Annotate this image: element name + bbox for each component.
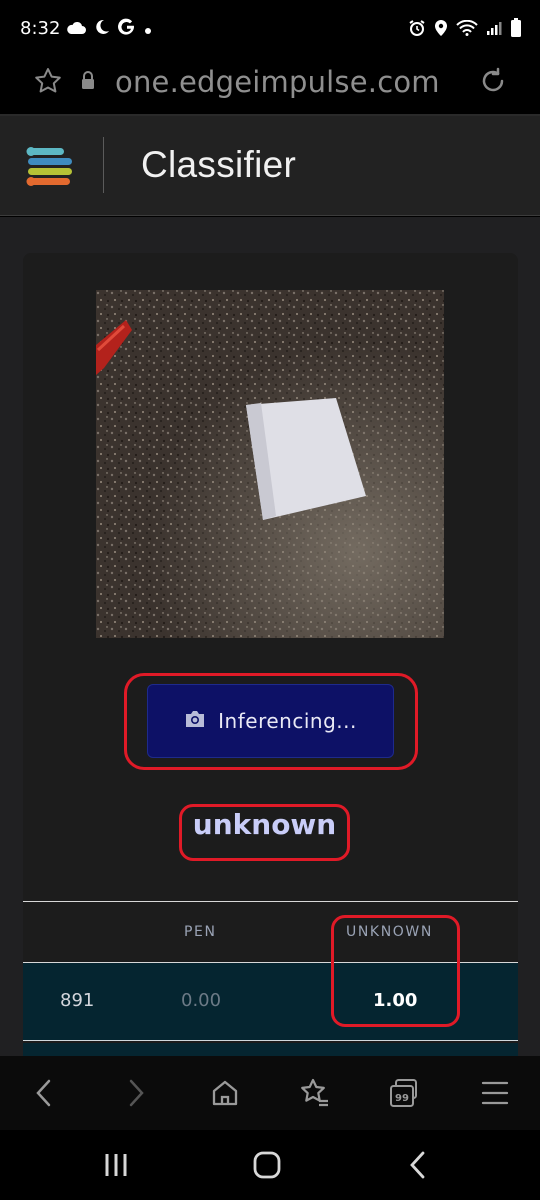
status-bar: 8:32 xyxy=(0,0,540,52)
table-header-pen: PEN xyxy=(184,924,217,940)
home-button-icon[interactable] xyxy=(249,1148,285,1182)
main-content: Inferencing... unknown PEN UNKNOWN 891 0… xyxy=(0,217,540,1093)
bookmark-star-icon[interactable] xyxy=(33,66,63,100)
page-title: Classifier xyxy=(141,144,297,185)
cloud-icon xyxy=(66,20,86,39)
row-pen-value: 0.00 xyxy=(181,990,222,1011)
moon-icon xyxy=(94,19,110,39)
home-icon[interactable] xyxy=(207,1075,243,1111)
tab-count: 99 xyxy=(395,1093,409,1104)
unknown-column-highlight-outline xyxy=(331,915,460,1027)
recents-icon[interactable] xyxy=(98,1148,134,1182)
browser-url-bar[interactable]: one.edgeimpulse.com xyxy=(0,52,540,114)
classification-result: unknown xyxy=(192,808,337,841)
bookmarks-icon[interactable] xyxy=(297,1075,333,1111)
google-icon xyxy=(118,18,136,40)
dot-icon xyxy=(144,20,152,39)
inferencing-button-label: Inferencing... xyxy=(218,709,357,733)
back-nav-icon[interactable] xyxy=(400,1148,436,1182)
menu-icon[interactable] xyxy=(477,1075,513,1111)
app-header: Classifier xyxy=(0,116,540,216)
row-id: 891 xyxy=(60,990,95,1011)
android-nav-bar xyxy=(0,1130,540,1200)
forward-icon[interactable] xyxy=(118,1075,154,1111)
header-separator xyxy=(103,137,104,193)
url-text[interactable]: one.edgeimpulse.com xyxy=(115,65,440,99)
browser-toolbar: 99 xyxy=(0,1056,540,1130)
signal-icon xyxy=(486,20,502,40)
status-left-icons xyxy=(66,18,152,40)
edge-impulse-logo-icon[interactable] xyxy=(26,147,76,191)
wifi-icon xyxy=(456,19,478,40)
alarm-icon xyxy=(408,19,426,41)
tabs-icon[interactable]: 99 xyxy=(386,1075,422,1111)
back-icon[interactable] xyxy=(26,1075,62,1111)
inferencing-button[interactable]: Inferencing... xyxy=(147,684,394,758)
status-time: 8:32 xyxy=(20,18,61,39)
classifier-card: Inferencing... unknown PEN UNKNOWN 891 0… xyxy=(23,253,518,1093)
status-right-icons xyxy=(408,18,522,42)
camera-preview xyxy=(96,290,444,638)
battery-icon xyxy=(510,18,522,42)
reload-icon[interactable] xyxy=(478,66,508,100)
lock-icon xyxy=(80,70,96,94)
camera-icon xyxy=(184,709,206,733)
location-icon xyxy=(434,19,448,41)
